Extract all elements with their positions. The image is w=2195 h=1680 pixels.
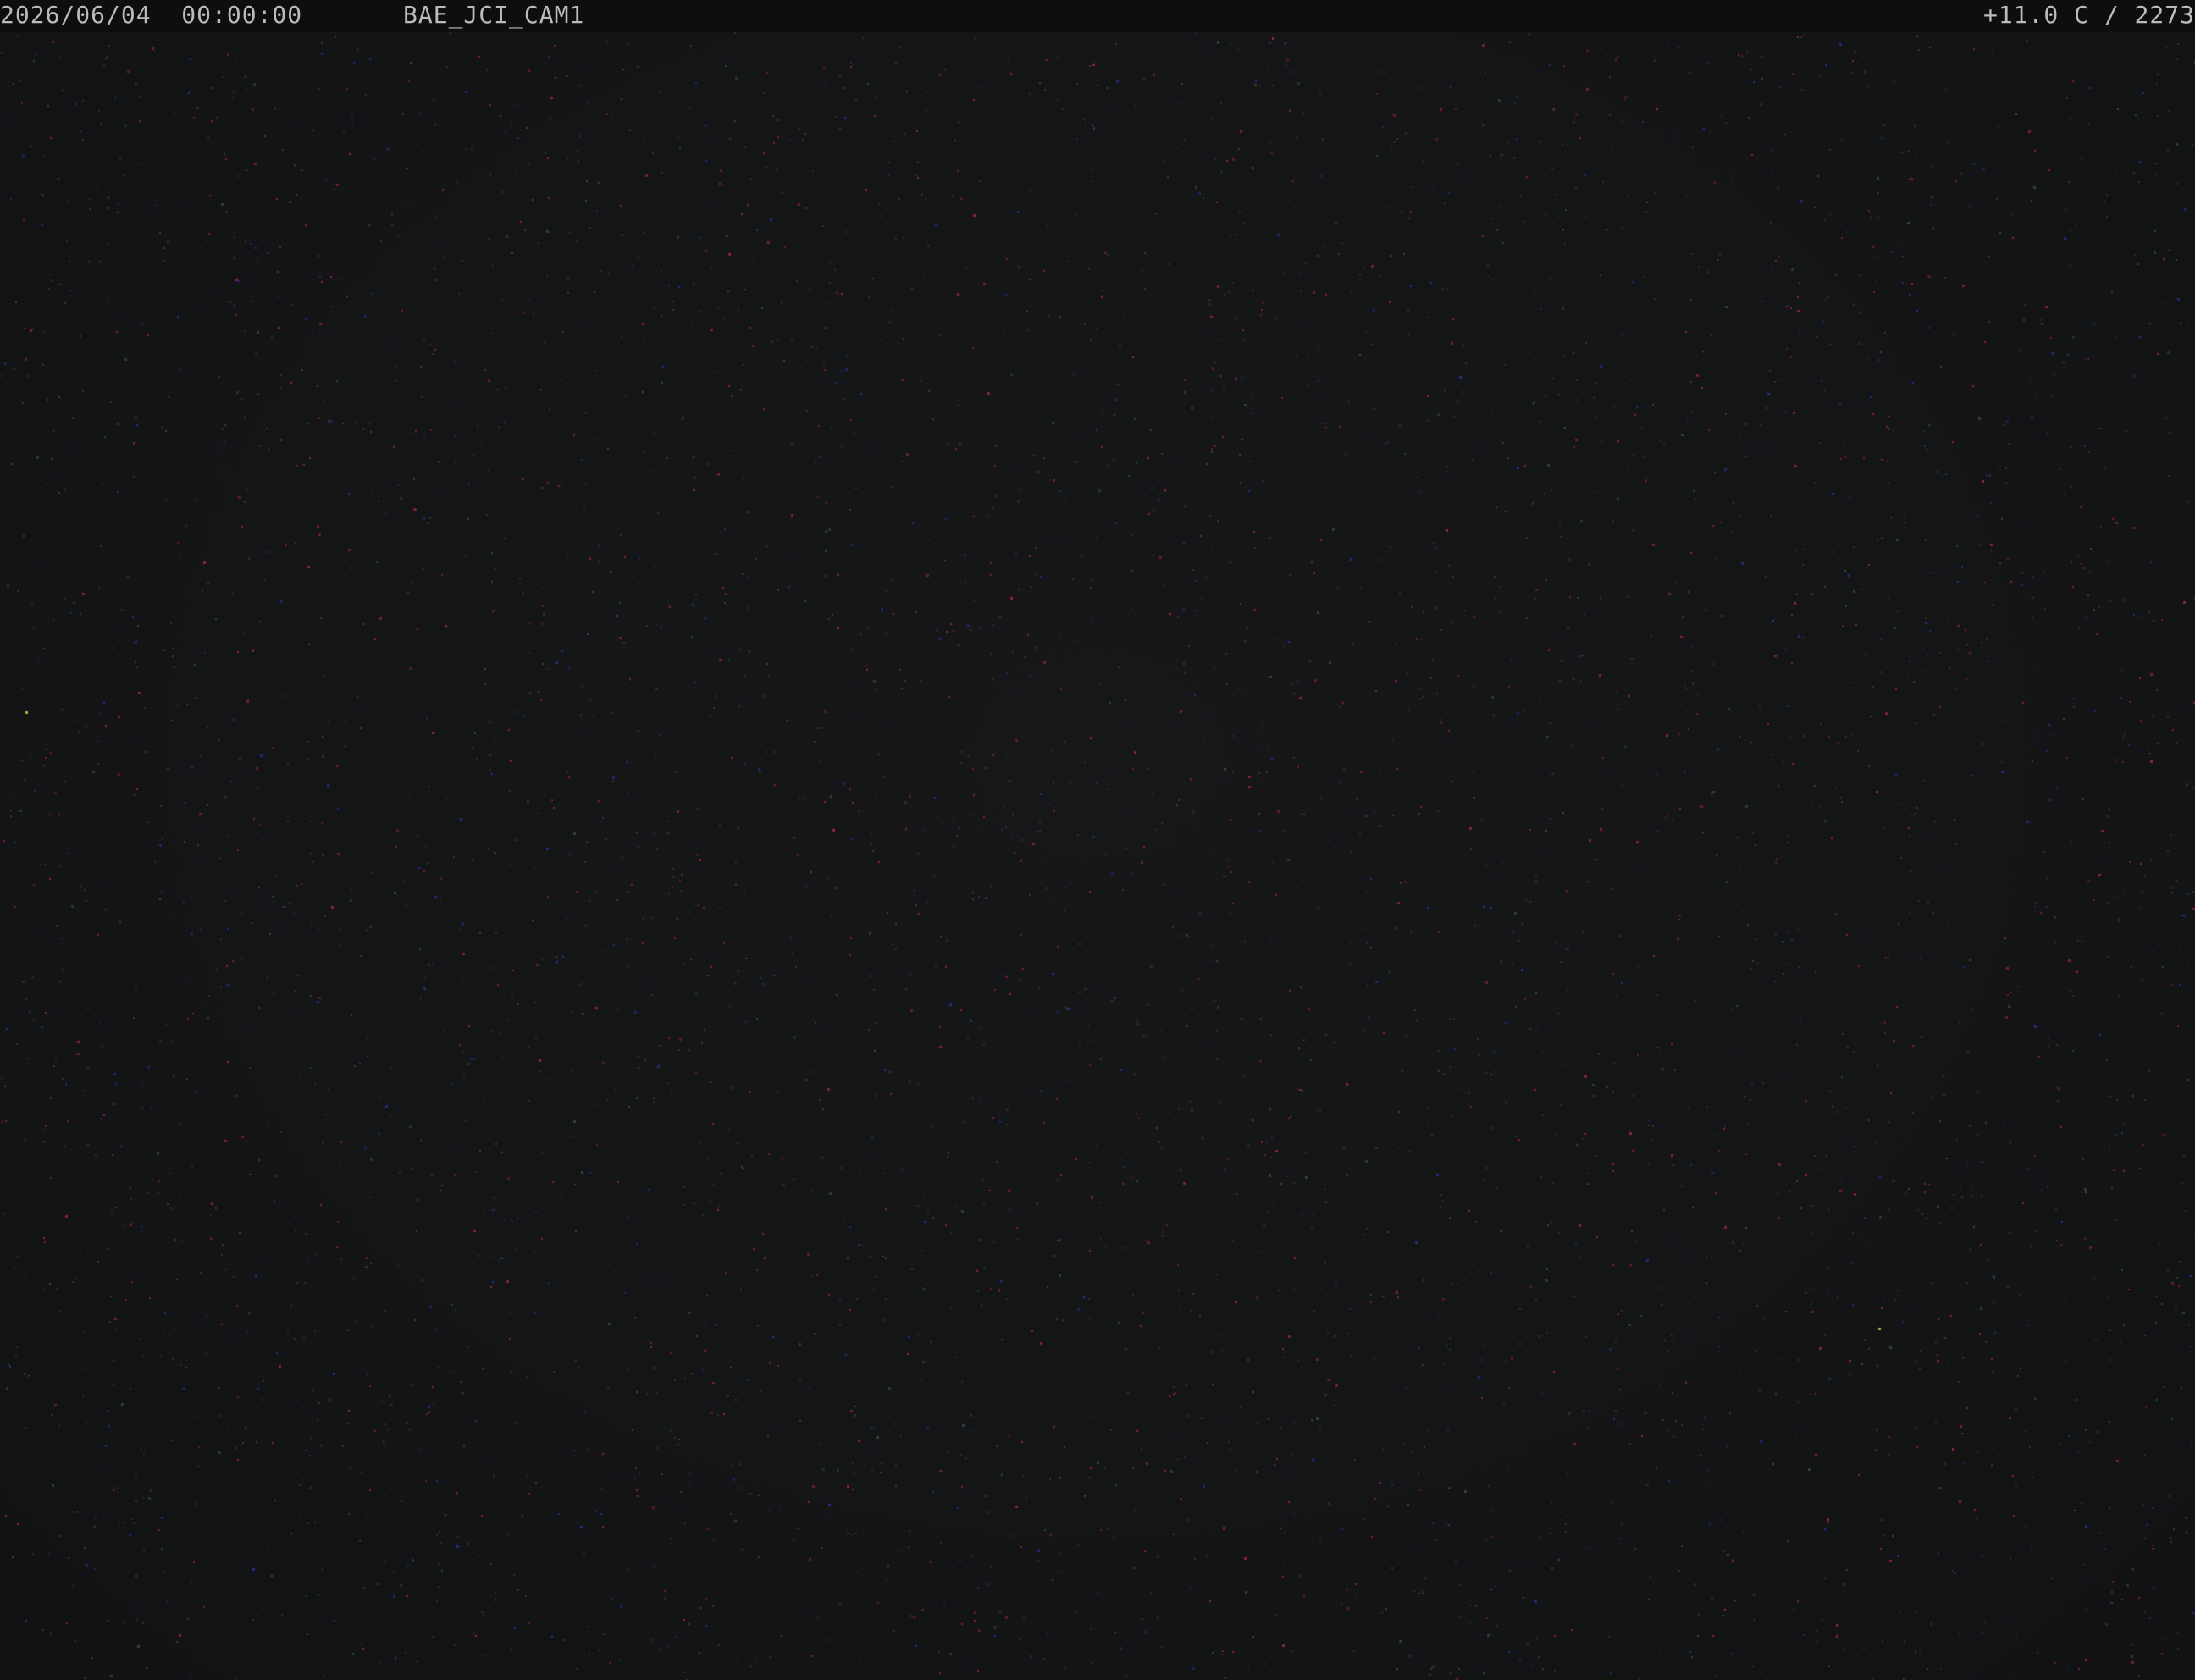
osd-overlay-bar: 2026/06/04 00:00:00 BAE_JCI_CAM1 +11.0 C… <box>0 0 2195 32</box>
osd-camera-name: BAE_JCI_CAM1 <box>403 1 585 29</box>
osd-temperature-reading: +11.0 C / 2273 <box>1982 1 2195 29</box>
osd-datetime: 2026/06/04 00:00:00 <box>0 1 303 29</box>
night-sky-sensor-noise <box>0 32 2195 1680</box>
camera-frame: 2026/06/04 00:00:00 BAE_JCI_CAM1 +11.0 C… <box>0 0 2195 1680</box>
